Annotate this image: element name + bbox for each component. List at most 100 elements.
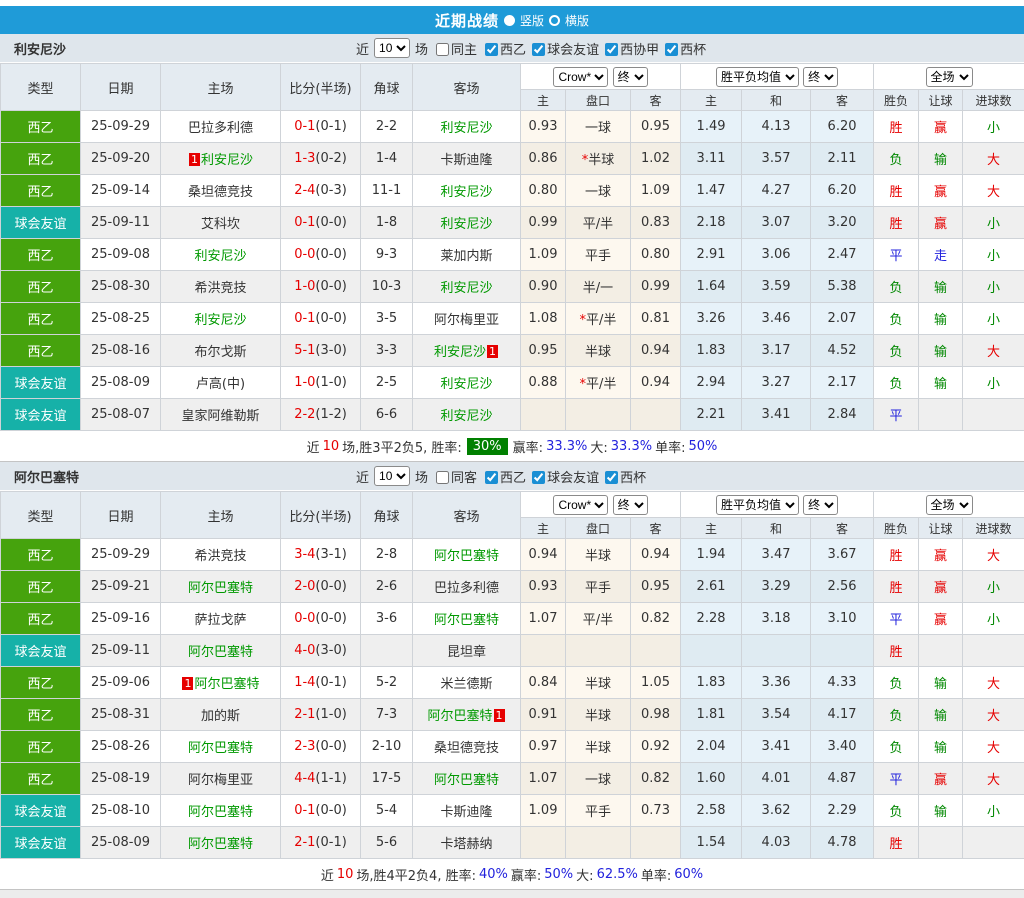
avg-home-odds: 2.94 — [681, 367, 742, 399]
league-checkbox[interactable] — [532, 471, 545, 484]
sub-crown-home: 主 — [521, 518, 566, 539]
crown-stage-select[interactable]: 终 — [613, 67, 648, 87]
crown-handicap: 半球 — [566, 699, 631, 731]
crown-home-odds: 0.95 — [521, 335, 566, 367]
away-team: 阿尔巴塞特 — [413, 539, 521, 571]
same-venue-filter[interactable]: 同客 — [430, 467, 477, 486]
result-handicap: 赢 — [919, 603, 963, 635]
league-filter[interactable]: 西杯 — [599, 471, 646, 486]
avg-away-odds: 3.20 — [811, 207, 874, 239]
avg-type-select[interactable]: 胜平负均值 — [716, 495, 799, 515]
crown-company-select[interactable]: Crow* — [553, 67, 608, 87]
match-score: 0-1(0-0) — [281, 303, 361, 335]
avg-draw-odds: 3.06 — [742, 239, 811, 271]
avg-home-odds: 1.47 — [681, 175, 742, 207]
rounds-select[interactable]: 10 — [374, 38, 410, 58]
avg-draw-odds: 3.41 — [742, 731, 811, 763]
filter-bar: 近 10 场 同客 西乙球会友谊西杯 — [356, 466, 646, 486]
avg-type-select[interactable]: 胜平负均值 — [716, 67, 799, 87]
same-venue-checkbox[interactable] — [436, 43, 449, 56]
league-filter[interactable]: 西乙 — [479, 471, 526, 486]
league-filter[interactable]: 球会友谊 — [526, 43, 599, 58]
match-type: 西乙 — [1, 335, 81, 367]
result-handicap: 赢 — [919, 111, 963, 143]
league-filter[interactable]: 西协甲 — [599, 43, 659, 58]
same-venue-filter[interactable]: 同主 — [430, 39, 477, 58]
match-row: 西乙25-08-31加的斯2-1(1-0)7-3阿尔巴塞特10.91半球0.98… — [1, 699, 1024, 731]
match-date: 25-09-29 — [81, 111, 161, 143]
result-handicap: 输 — [919, 667, 963, 699]
match-row: 西乙25-09-29希洪竞技3-4(3-1)2-8阿尔巴塞特0.94半球0.94… — [1, 539, 1024, 571]
avg-draw-odds: 3.54 — [742, 699, 811, 731]
match-type: 西乙 — [1, 763, 81, 795]
team-label: 阿尔巴塞特 — [434, 613, 499, 628]
crown-home-odds — [521, 827, 566, 859]
col-home: 主场 — [161, 492, 281, 539]
league-filters: 西乙球会友谊西协甲西杯 — [479, 39, 706, 58]
avg-away-odds: 2.84 — [811, 399, 874, 431]
crown-home-odds: 1.09 — [521, 795, 566, 827]
crown-away-odds: 0.94 — [631, 539, 681, 571]
team-label: 阿尔巴塞特 — [194, 677, 259, 692]
vertical-layout-label[interactable]: 竖版 — [520, 12, 544, 29]
team-label: 利安尼沙 — [440, 409, 492, 424]
sub-handicap: 盘口 — [566, 518, 631, 539]
league-filter[interactable]: 西乙 — [479, 43, 526, 58]
home-team: 阿尔巴塞特 — [161, 571, 281, 603]
league-filter[interactable]: 西杯 — [659, 43, 706, 58]
match-type: 西乙 — [1, 731, 81, 763]
title-bar: 近期战绩 竖版 横版 — [0, 6, 1024, 34]
team-label: 阿尔梅里亚 — [188, 773, 253, 788]
avg-away-odds: 3.10 — [811, 603, 874, 635]
crown-odds-group: Crow* 终 — [521, 492, 681, 518]
stat-value: 50% — [688, 439, 717, 454]
result-wdl: 负 — [874, 335, 919, 367]
league-checkbox[interactable] — [485, 43, 498, 56]
red-number-badge: 1 — [494, 709, 505, 722]
avg-stage-select[interactable]: 终 — [803, 67, 838, 87]
team-label: 利安尼沙 — [434, 345, 486, 360]
result-goals: 小 — [963, 111, 1024, 143]
scope-select[interactable]: 全场 — [926, 495, 973, 515]
team-label: 巴拉多利德 — [434, 581, 499, 596]
avg-stage-select[interactable]: 终 — [803, 495, 838, 515]
crown-company-select[interactable]: Crow* — [553, 495, 608, 515]
match-type: 西乙 — [1, 539, 81, 571]
crown-handicap — [566, 827, 631, 859]
horizontal-layout-label[interactable]: 横版 — [565, 12, 589, 29]
league-checkbox[interactable] — [605, 471, 618, 484]
league-checkbox[interactable] — [665, 43, 678, 56]
horizontal-layout-radio-icon[interactable] — [549, 15, 560, 26]
same-venue-checkbox[interactable] — [436, 471, 449, 484]
result-goals: 小 — [963, 239, 1024, 271]
scope-select[interactable]: 全场 — [926, 67, 973, 87]
home-team: 卢高(中) — [161, 367, 281, 399]
sub-avg-draw: 和 — [742, 90, 811, 111]
league-checkbox[interactable] — [605, 43, 618, 56]
matches-body: 西乙25-09-29希洪竞技3-4(3-1)2-8阿尔巴塞特0.94半球0.94… — [1, 539, 1024, 859]
crown-home-odds: 0.91 — [521, 699, 566, 731]
league-checkbox[interactable] — [532, 43, 545, 56]
result-goals: 大 — [963, 667, 1024, 699]
vertical-layout-radio-icon[interactable] — [504, 15, 515, 26]
corner-score: 2-10 — [361, 731, 413, 763]
avg-away-odds: 3.67 — [811, 539, 874, 571]
match-type: 西乙 — [1, 271, 81, 303]
corner-score: 9-3 — [361, 239, 413, 271]
summary-text: 场,胜4平2负4, 胜率: — [356, 865, 476, 884]
avg-home-odds: 1.60 — [681, 763, 742, 795]
avg-away-odds: 4.17 — [811, 699, 874, 731]
league-checkbox[interactable] — [485, 471, 498, 484]
col-type: 类型 — [1, 492, 81, 539]
home-team: 艾科坎 — [161, 207, 281, 239]
avg-home-odds: 2.91 — [681, 239, 742, 271]
rounds-select[interactable]: 10 — [374, 466, 410, 486]
sub-avg-home: 主 — [681, 518, 742, 539]
crown-stage-select[interactable]: 终 — [613, 495, 648, 515]
match-date: 25-08-26 — [81, 731, 161, 763]
league-filter[interactable]: 球会友谊 — [526, 471, 599, 486]
match-type: 西乙 — [1, 303, 81, 335]
result-goals: 小 — [963, 367, 1024, 399]
result-handicap: 输 — [919, 731, 963, 763]
col-corner: 角球 — [361, 64, 413, 111]
